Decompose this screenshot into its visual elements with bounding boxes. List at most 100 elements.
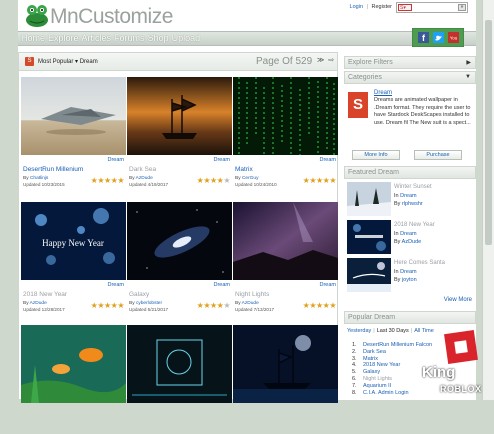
wallpaper-card[interactable]: Dream DesertRun Millenium By Chatlinjs ★★★★… xyxy=(21,77,126,187)
popular-item[interactable]: 7. Aquarium II xyxy=(352,383,391,389)
categories-label: Categories xyxy=(348,74,382,81)
category-tag[interactable]: Dream xyxy=(213,282,230,288)
featured-thumbnail[interactable] xyxy=(347,258,391,292)
featured-category-link[interactable]: Dream xyxy=(400,231,417,237)
author-link[interactable]: AzDude xyxy=(242,301,259,306)
register-link[interactable]: Register xyxy=(372,4,392,10)
wallpaper-thumbnail[interactable] xyxy=(127,325,232,403)
featured-author-link[interactable]: rlphwshr xyxy=(402,201,423,207)
featured-category-link[interactable]: Dream xyxy=(400,269,417,275)
wallpaper-title[interactable]: Galaxy xyxy=(129,291,149,298)
tab-yesterday[interactable]: Yesterday xyxy=(347,328,371,334)
popular-title-link[interactable]: C.I.A. Admin Login xyxy=(363,390,409,396)
wallpaper-card[interactable]: Dream Dark Sea By AzDude ★★★★★ Updated 4/19/… xyxy=(127,77,232,187)
featured-item[interactable]: Here Comes Santa In Dream By joyton xyxy=(344,258,476,294)
star-icon: ★ xyxy=(97,301,104,310)
sort-dropdown[interactable]: Most Popular ▾ Dream xyxy=(38,58,98,65)
popular-title-link[interactable]: Aquarium II xyxy=(363,383,391,389)
author-link[interactable]: AzDude xyxy=(30,301,47,306)
popular-title-link[interactable]: Dark Sea xyxy=(363,349,386,355)
featured-thumbnail[interactable] xyxy=(347,220,391,254)
wallpaper-thumbnail[interactable] xyxy=(233,77,338,155)
author-link[interactable]: AzDude xyxy=(136,176,153,181)
wallpaper-card[interactable]: Happy New Year Dream 2018 New Year By AzDud… xyxy=(21,202,126,312)
view-more-link[interactable]: View More xyxy=(444,297,472,303)
wallpaper-card[interactable] xyxy=(21,325,126,434)
wallpaper-card[interactable]: Dream Night Lights By AzDude ★★★★★ Updated 7… xyxy=(233,202,338,312)
wallpaper-card[interactable]: Dream Matrix By CerGuy ★★★★★ Updated 10/24/2… xyxy=(233,77,338,187)
popular-title-link[interactable]: Night Lights xyxy=(363,376,392,382)
stardock-logo-icon: S xyxy=(348,92,368,118)
search-go-button[interactable]: » xyxy=(458,4,466,11)
nav-upload[interactable]: Upload xyxy=(172,33,201,43)
wallpaper-card[interactable] xyxy=(127,325,232,434)
featured-author-link[interactable]: AzDude xyxy=(402,239,422,245)
popular-title-link[interactable]: Galaxy xyxy=(363,369,380,375)
pager-next-arrows[interactable]: ≫ ⇨ xyxy=(317,56,335,64)
popular-item[interactable]: 5. Galaxy xyxy=(352,369,380,375)
popular-item[interactable]: 8. C.I.A. Admin Login xyxy=(352,390,409,396)
featured-author-link[interactable]: joyton xyxy=(402,277,417,283)
categories-header[interactable]: Categories ▼ xyxy=(344,71,476,84)
nav-articles[interactable]: Articles xyxy=(82,33,112,43)
login-link[interactable]: Login xyxy=(350,4,363,10)
purchase-button[interactable]: Purchase xyxy=(414,150,462,160)
star-icon: ★ xyxy=(103,176,111,185)
featured-title[interactable]: Here Comes Santa xyxy=(394,260,445,266)
featured-by-label: By xyxy=(394,277,401,283)
category-tag[interactable]: Dream xyxy=(107,282,124,288)
nav-explore[interactable]: Explore xyxy=(48,33,79,43)
wallpaper-thumbnail[interactable] xyxy=(127,77,232,155)
wallpaper-title[interactable]: Matrix xyxy=(235,166,253,173)
featured-title[interactable]: 2018 New Year xyxy=(394,222,435,228)
popular-title-link[interactable]: 2018 New Year xyxy=(363,362,400,368)
more-info-button[interactable]: More Info xyxy=(352,150,400,160)
wallpaper-title[interactable]: Night Lights xyxy=(235,291,269,298)
youtube-icon[interactable]: You xyxy=(448,32,459,43)
category-tag[interactable]: Dream xyxy=(319,282,336,288)
author-line: By AzDude xyxy=(23,301,47,306)
wallpaper-card[interactable]: Dream Galaxy By cyberlobster ★★★★★ Updated 5… xyxy=(127,202,232,312)
featured-category-link[interactable]: Dream xyxy=(400,193,417,199)
frog-mascot-logo[interactable] xyxy=(22,2,52,28)
wallpaper-thumbnail[interactable] xyxy=(21,325,126,403)
nav-shop[interactable]: Shop xyxy=(148,33,169,43)
featured-thumbnail[interactable] xyxy=(347,182,391,216)
site-brand-title[interactable]: MnCustomize xyxy=(50,5,173,29)
popular-item[interactable]: 6. Night Lights xyxy=(352,376,392,382)
featured-item[interactable]: Winter Sunset In Dream By rlphwshr xyxy=(344,182,476,218)
category-name-link[interactable]: Dream xyxy=(374,90,392,96)
author-link[interactable]: Chatlinjs xyxy=(30,176,48,181)
popular-item[interactable]: 2. Dark Sea xyxy=(352,349,386,355)
wallpaper-thumbnail[interactable] xyxy=(233,202,338,280)
popular-title-link[interactable]: Matrix xyxy=(363,356,378,362)
search-scope-dropdown[interactable]: S▾ xyxy=(398,4,412,11)
wallpaper-title[interactable]: Dark Sea xyxy=(129,166,156,173)
category-tag[interactable]: Dream xyxy=(107,157,124,163)
scrollbar-thumb[interactable] xyxy=(485,20,492,245)
search-box[interactable]: S▾ » xyxy=(396,2,468,13)
tab-last-30-days[interactable]: Last 30 Days xyxy=(377,328,409,334)
popular-rank: 5. xyxy=(352,369,357,376)
wallpaper-title[interactable]: 2018 New Year xyxy=(23,291,67,298)
nav-home[interactable]: Home xyxy=(21,33,45,43)
category-tag[interactable]: Dream xyxy=(213,157,230,163)
author-link[interactable]: CerGuy xyxy=(242,176,259,181)
wallpaper-thumbnail[interactable] xyxy=(233,325,338,403)
wallpaper-thumbnail[interactable] xyxy=(127,202,232,280)
wallpaper-title[interactable]: DesertRun Millenium xyxy=(23,166,83,173)
twitter-icon[interactable] xyxy=(433,32,444,43)
explore-filters-header[interactable]: Explore Filters ▶ xyxy=(344,56,476,69)
featured-item[interactable]: 2018 New Year In Dream By AzDude xyxy=(344,220,476,256)
nav-forums[interactable]: Forums xyxy=(114,33,145,43)
popular-item[interactable]: 4. 2018 New Year xyxy=(352,362,400,368)
account-link-separator: | xyxy=(366,4,368,10)
facebook-icon[interactable]: f xyxy=(418,32,429,43)
popular-item[interactable]: 3. Matrix xyxy=(352,356,378,362)
wallpaper-card[interactable] xyxy=(233,325,338,434)
wallpaper-thumbnail[interactable] xyxy=(21,77,126,155)
featured-title[interactable]: Winter Sunset xyxy=(394,184,432,190)
author-link[interactable]: cyberlobster xyxy=(136,301,162,306)
category-tag[interactable]: Dream xyxy=(319,157,336,163)
wallpaper-thumbnail[interactable]: Happy New Year xyxy=(21,202,126,280)
